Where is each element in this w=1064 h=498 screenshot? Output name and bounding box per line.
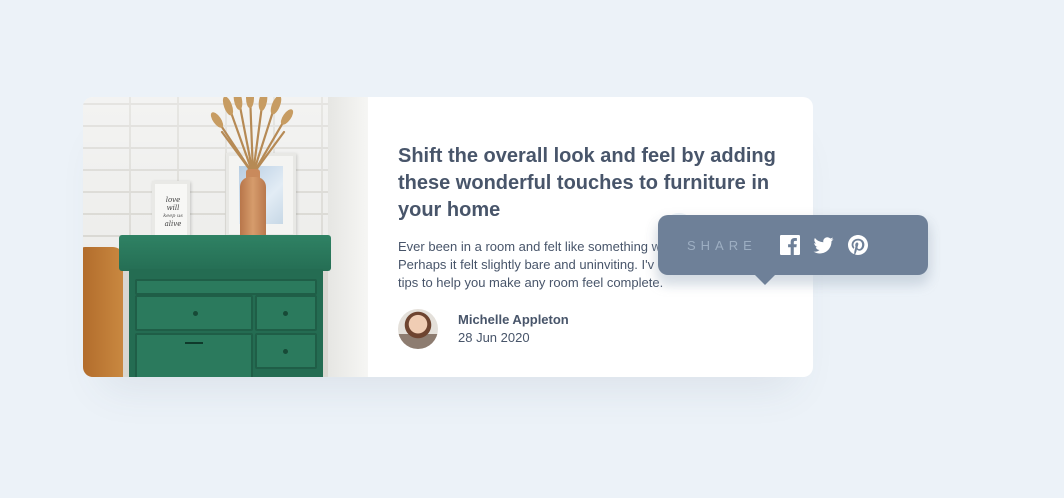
- article-title: Shift the overall look and feel by addin…: [398, 145, 776, 221]
- pinterest-icon[interactable]: [847, 234, 869, 256]
- page: love will keep us alive Shift the overal…: [0, 0, 1064, 498]
- drawer-knob: [193, 311, 198, 316]
- excerpt-line: Perhaps it felt slightly bare and uninvi…: [398, 257, 655, 272]
- avatar: [398, 309, 438, 349]
- author-block: Michelle Appleton 28 Jun 2020: [398, 309, 569, 349]
- excerpt-line: tips to help you make any room feel comp…: [398, 275, 664, 290]
- picture-frame-left: love will keep us alive: [152, 181, 190, 239]
- dresser-top: [119, 235, 331, 271]
- excerpt-line: Ever been in a room and felt like someth…: [398, 239, 662, 254]
- sofa: [83, 247, 123, 377]
- article-image: love will keep us alive: [83, 97, 368, 377]
- twitter-icon[interactable]: [813, 234, 835, 256]
- drawer-knob: [283, 311, 288, 316]
- share-popover: SHARE: [658, 215, 928, 285]
- publish-date: 28 Jun 2020: [458, 330, 530, 345]
- share-label: SHARE: [687, 237, 757, 253]
- dresser-drawer: [135, 333, 253, 377]
- author-text: Michelle Appleton 28 Jun 2020: [458, 311, 569, 347]
- side-wall: [328, 97, 368, 377]
- author-name: Michelle Appleton: [458, 312, 569, 327]
- dresser-drawer: [135, 279, 317, 295]
- drawer-handle: [185, 342, 203, 344]
- drawer-knob: [283, 349, 288, 354]
- dried-grass: [210, 97, 294, 174]
- facebook-icon[interactable]: [779, 234, 801, 256]
- frame-script: love will keep us alive: [163, 196, 183, 228]
